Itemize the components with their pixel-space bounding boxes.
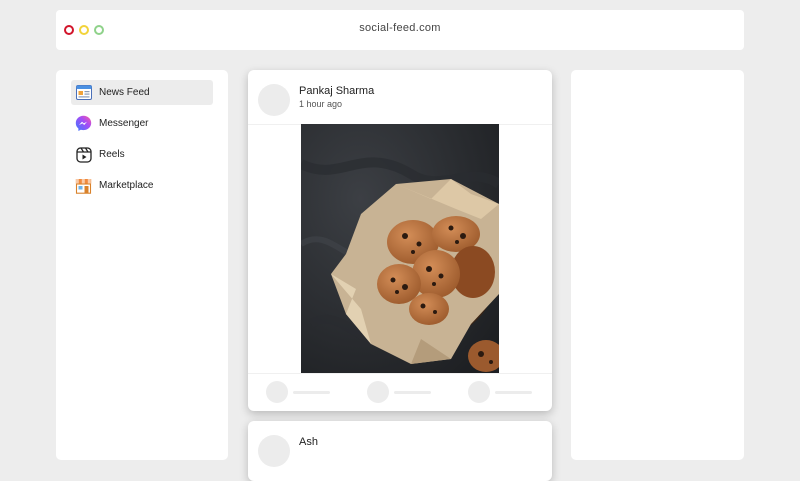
- sidebar-item-news-feed[interactable]: News Feed: [71, 80, 213, 105]
- url-text[interactable]: social-feed.com: [56, 22, 744, 34]
- avatar[interactable]: [258, 435, 290, 467]
- share-icon-placeholder: [468, 381, 490, 403]
- share-action-button[interactable]: [468, 380, 548, 404]
- marketplace-icon: [75, 177, 92, 194]
- post-author-name[interactable]: Pankaj Sharma: [299, 85, 374, 97]
- comment-label-placeholder: [394, 391, 431, 394]
- avatar[interactable]: [258, 84, 290, 116]
- divider: [248, 373, 552, 374]
- post-timestamp[interactable]: 1 hour ago: [299, 99, 342, 109]
- sidebar-item-marketplace[interactable]: Marketplace: [71, 173, 213, 198]
- post-author-name[interactable]: Ash: [299, 436, 318, 448]
- sidebar-item-reels[interactable]: Reels: [71, 142, 213, 167]
- reels-icon: [75, 146, 92, 163]
- post-image-cookies[interactable]: [301, 124, 499, 373]
- feed-post: Ash: [248, 421, 552, 481]
- messenger-icon: [75, 115, 92, 132]
- news-feed-icon: [75, 84, 92, 101]
- like-label-placeholder: [293, 391, 330, 394]
- feed-post: Pankaj Sharma 1 hour ago: [248, 70, 552, 411]
- sidebar-item-label: Messenger: [99, 118, 149, 129]
- sidebar-item-label: News Feed: [99, 87, 150, 98]
- right-sidebar-panel: [571, 70, 744, 460]
- like-action-button[interactable]: [266, 380, 346, 404]
- sidebar-item-label: Marketplace: [99, 180, 154, 191]
- left-sidebar: News Feed Messenger Reels Marketplace: [56, 70, 228, 460]
- comment-icon-placeholder: [367, 381, 389, 403]
- share-label-placeholder: [495, 391, 532, 394]
- comment-action-button[interactable]: [367, 380, 447, 404]
- like-icon-placeholder: [266, 381, 288, 403]
- sidebar-item-messenger[interactable]: Messenger: [71, 111, 213, 136]
- browser-address-bar: social-feed.com: [56, 10, 744, 50]
- sidebar-item-label: Reels: [99, 149, 125, 160]
